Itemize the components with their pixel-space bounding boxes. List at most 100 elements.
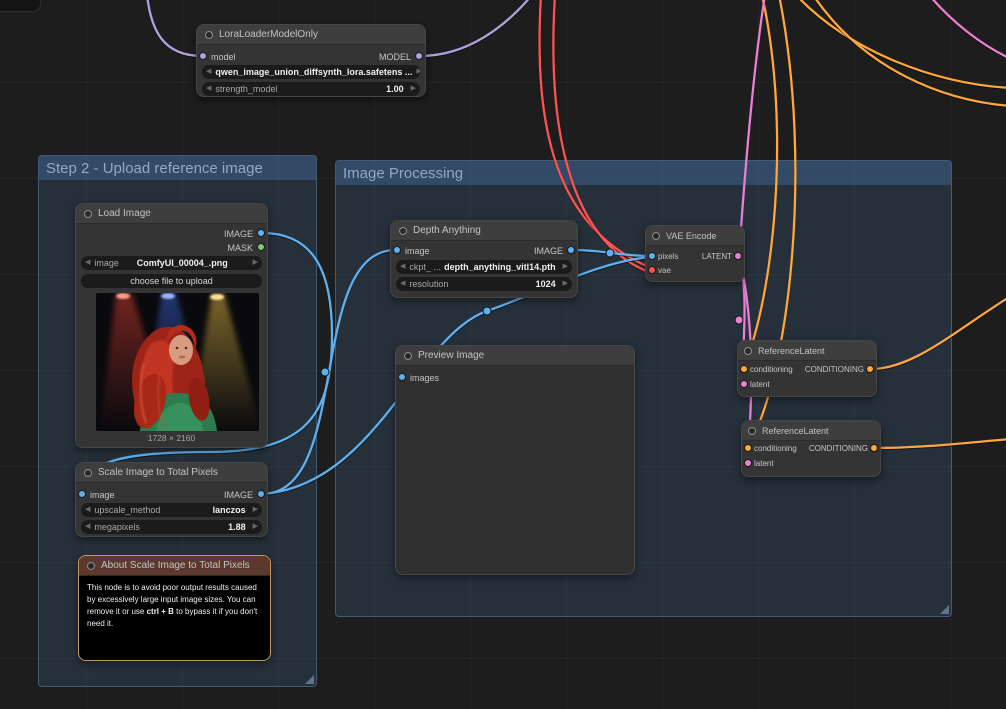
prev-arrow-icon[interactable] xyxy=(81,503,94,517)
output-label-conditioning: CONDITIONING xyxy=(808,444,868,453)
next-arrow-icon[interactable] xyxy=(559,260,572,274)
widget-megapixels-value: 1.88 xyxy=(228,522,246,532)
wire-conditioning-corner-1 xyxy=(799,0,1006,89)
widget-strength-model[interactable]: strength_model 1.00 xyxy=(202,82,420,96)
widget-strength-label: strength_model xyxy=(215,84,278,94)
increment-arrow-icon[interactable] xyxy=(559,277,572,291)
offscreen-node-corner xyxy=(0,0,41,12)
decrement-arrow-icon[interactable] xyxy=(396,277,409,291)
node-vae-encode[interactable]: VAE Encode pixels LATENT vae xyxy=(645,225,745,282)
input-slot-image[interactable] xyxy=(393,246,401,254)
output-label-conditioning: CONDITIONING xyxy=(804,365,864,374)
group-step2-title: Step 2 - Upload reference image xyxy=(46,160,263,177)
input-slot-latent[interactable] xyxy=(740,380,748,388)
input-label-vae: vae xyxy=(658,266,671,275)
widget-upscale-method[interactable]: upscale_method lanczos xyxy=(81,503,262,517)
widget-upscale-method-label: upscale_method xyxy=(94,505,161,515)
collapse-dot-icon[interactable] xyxy=(84,209,92,218)
widget-ckpt-value: depth_anything_vitl14.pth xyxy=(444,262,556,272)
node-title: Load Image xyxy=(98,208,151,219)
widget-image-file[interactable]: image ComfyUI_00004_.png xyxy=(81,256,262,270)
input-slot-image[interactable] xyxy=(78,490,86,498)
node-load-image[interactable]: Load Image IMAGE MASK image ComfyUI_0000… xyxy=(75,203,268,448)
output-slot-conditioning[interactable] xyxy=(866,365,874,373)
widget-resolution-value: 1024 xyxy=(535,279,556,289)
group-image-processing-title: Image Processing xyxy=(343,165,464,182)
output-label-model: MODEL xyxy=(378,52,411,62)
node-about-scale-image[interactable]: About Scale Image to Total Pixels This n… xyxy=(78,555,271,661)
widget-image-label: image xyxy=(94,258,119,268)
node-title: Preview Image xyxy=(418,350,485,361)
image-resolution-caption: 1728 × 2160 xyxy=(147,433,196,443)
wire-model-in xyxy=(146,0,203,58)
widget-lora-name[interactable]: qwen_image_union_diffsynth_lora.safetens… xyxy=(202,65,420,79)
increment-arrow-icon[interactable] xyxy=(249,520,262,534)
output-slot-model[interactable] xyxy=(415,52,423,60)
prev-arrow-icon[interactable] xyxy=(396,260,409,274)
node-reference-latent-2[interactable]: ReferenceLatent conditioning CONDITIONIN… xyxy=(741,420,881,477)
output-label-image: IMAGE xyxy=(533,246,563,256)
collapse-dot-icon[interactable] xyxy=(84,468,92,477)
next-arrow-icon[interactable] xyxy=(412,65,420,79)
node-depth-anything[interactable]: Depth Anything image IMAGE ckpt_ ... dep… xyxy=(390,220,578,298)
input-label-latent: latent xyxy=(754,459,774,468)
decrement-arrow-icon[interactable] xyxy=(81,520,94,534)
next-arrow-icon[interactable] xyxy=(249,256,262,270)
widget-strength-value: 1.00 xyxy=(386,84,404,94)
increment-arrow-icon[interactable] xyxy=(407,82,420,96)
input-label-image: image xyxy=(90,490,115,500)
node-loraloadermodelonly[interactable]: LoraLoaderModelOnly model MODEL qwen_ima… xyxy=(196,24,426,97)
input-slot-vae[interactable] xyxy=(648,266,656,274)
input-label-conditioning: conditioning xyxy=(754,444,797,453)
input-label-latent: latent xyxy=(750,380,770,389)
decrement-arrow-icon[interactable] xyxy=(202,82,215,96)
node-title: Scale Image to Total Pixels xyxy=(98,467,218,478)
widget-megapixels[interactable]: megapixels 1.88 xyxy=(81,520,262,534)
wire-model-out xyxy=(419,0,530,58)
input-label-pixels: pixels xyxy=(658,252,679,261)
choose-file-button[interactable]: choose file to upload xyxy=(81,274,262,288)
node-graph-canvas[interactable]: Step 2 - Upload reference image Image Pr… xyxy=(0,0,1006,709)
output-slot-latent[interactable] xyxy=(734,252,742,260)
output-label-image: IMAGE xyxy=(223,229,253,239)
reference-image-preview xyxy=(96,293,259,431)
node-scale-image-to-total-pixels[interactable]: Scale Image to Total Pixels image IMAGE … xyxy=(75,462,268,537)
group-resize-handle[interactable] xyxy=(305,675,314,684)
input-label-model: model xyxy=(211,52,236,62)
widget-resolution-label: resolution xyxy=(409,279,449,289)
node-title: ReferenceLatent xyxy=(758,345,825,356)
input-slot-conditioning[interactable] xyxy=(740,365,748,373)
node-preview-image[interactable]: Preview Image images xyxy=(395,345,635,575)
collapse-dot-icon[interactable] xyxy=(87,561,95,570)
collapse-dot-icon[interactable] xyxy=(399,226,407,235)
collapse-dot-icon[interactable] xyxy=(652,231,660,240)
collapse-dot-icon[interactable] xyxy=(748,426,756,435)
next-arrow-icon[interactable] xyxy=(249,503,262,517)
node-title: VAE Encode xyxy=(666,230,717,241)
wire-latent-corner xyxy=(931,0,1006,58)
input-slot-latent[interactable] xyxy=(744,459,752,467)
prev-arrow-icon[interactable] xyxy=(202,65,215,79)
group-resize-handle[interactable] xyxy=(940,605,949,614)
input-slot-images[interactable] xyxy=(398,373,406,381)
output-slot-mask[interactable] xyxy=(257,243,265,251)
input-slot-model[interactable] xyxy=(199,52,207,60)
output-label-image: IMAGE xyxy=(223,490,253,500)
collapse-dot-icon[interactable] xyxy=(205,30,213,39)
collapse-dot-icon[interactable] xyxy=(404,351,412,360)
node-title: LoraLoaderModelOnly xyxy=(219,29,318,40)
input-label-image: image xyxy=(405,246,430,256)
input-slot-pixels[interactable] xyxy=(648,252,656,260)
collapse-dot-icon[interactable] xyxy=(744,346,752,355)
widget-image-value: ComfyUI_00004_.png xyxy=(136,258,228,268)
widget-resolution[interactable]: resolution 1024 xyxy=(396,277,572,291)
output-slot-image[interactable] xyxy=(257,490,265,498)
widget-ckpt[interactable]: ckpt_ ... depth_anything_vitl14.pth xyxy=(396,260,572,274)
output-slot-conditioning[interactable] xyxy=(870,444,878,452)
output-slot-image[interactable] xyxy=(567,246,575,254)
prev-arrow-icon[interactable] xyxy=(81,256,94,270)
input-slot-conditioning[interactable] xyxy=(744,444,752,452)
node-reference-latent-1[interactable]: ReferenceLatent conditioning CONDITIONIN… xyxy=(737,340,877,397)
output-slot-image[interactable] xyxy=(257,229,265,237)
about-text-shortcut: ctrl + B xyxy=(146,607,174,616)
